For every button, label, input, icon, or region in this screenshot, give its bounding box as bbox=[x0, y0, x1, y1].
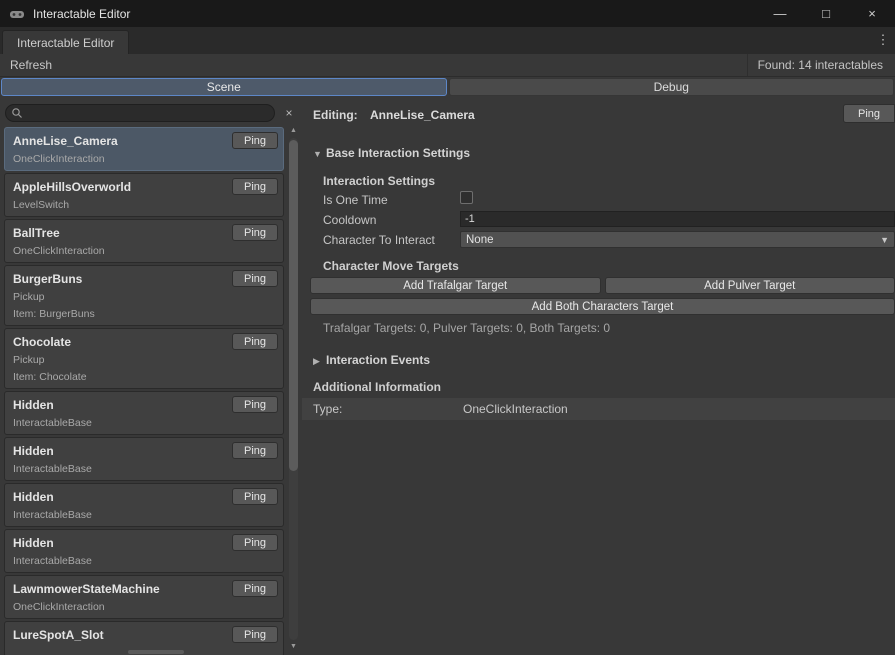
ping-button[interactable]: Ping bbox=[232, 270, 278, 287]
interaction-settings-header: Interaction Settings bbox=[323, 174, 435, 188]
editor-panel: Editing: AnneLise_Camera Ping ▼Base Inte… bbox=[302, 97, 895, 655]
ping-button[interactable]: Ping bbox=[232, 488, 278, 505]
is-one-time-checkbox[interactable] bbox=[460, 191, 473, 204]
foldout-closed-icon: ▶ bbox=[313, 356, 326, 367]
item-subtitle: InteractableBase bbox=[13, 463, 275, 476]
item-subtitle: OneClickInteraction bbox=[13, 153, 275, 166]
list-item[interactable]: AppleHillsOverworld LevelSwitch Ping bbox=[4, 173, 284, 217]
interactable-editor-window: Interactable Editor — □ × Interactable E… bbox=[0, 0, 895, 655]
list-item[interactable]: LawnmowerStateMachine OneClickInteractio… bbox=[4, 575, 284, 619]
ping-button[interactable]: Ping bbox=[843, 104, 895, 123]
scroll-down-icon[interactable]: ▼ bbox=[287, 641, 300, 653]
list-item[interactable]: BurgerBuns Pickup Item: BurgerBuns Ping bbox=[4, 265, 284, 326]
item-subtitle: OneClickInteraction bbox=[13, 601, 275, 614]
ping-button[interactable]: Ping bbox=[232, 396, 278, 413]
ping-button[interactable]: Ping bbox=[232, 333, 278, 350]
ping-button[interactable]: Ping bbox=[232, 626, 278, 643]
interactable-list: AnneLise_Camera OneClickInteraction Ping… bbox=[4, 127, 284, 655]
move-targets-header: Character Move Targets bbox=[323, 259, 459, 273]
type-row: Type: OneClickInteraction bbox=[302, 398, 895, 420]
ping-button[interactable]: Ping bbox=[232, 442, 278, 459]
close-button[interactable]: × bbox=[849, 0, 895, 27]
maximize-button[interactable]: □ bbox=[803, 0, 849, 27]
base-settings-foldout[interactable]: ▼Base Interaction Settings bbox=[313, 146, 470, 160]
scrollbar-track[interactable] bbox=[289, 138, 298, 640]
item-subtitle: LevelSwitch bbox=[13, 199, 275, 212]
clear-search-button[interactable]: × bbox=[281, 104, 297, 122]
view-tabs: Scene Debug bbox=[0, 77, 895, 97]
is-one-time-label: Is One Time bbox=[323, 193, 388, 207]
tab-interactable-editor[interactable]: Interactable Editor bbox=[2, 30, 129, 54]
chevron-down-icon: ▼ bbox=[880, 235, 889, 245]
ping-button[interactable]: Ping bbox=[232, 178, 278, 195]
list-item[interactable]: Hidden InteractableBase Ping bbox=[4, 529, 284, 573]
item-subtitle: InteractableBase bbox=[13, 509, 275, 522]
scroll-up-icon[interactable]: ▲ bbox=[287, 125, 300, 137]
ping-button[interactable]: Ping bbox=[232, 224, 278, 241]
found-count-label: Found: 14 interactables bbox=[747, 54, 895, 76]
search-icon bbox=[11, 107, 23, 119]
item-subtitle: Item: Chocolate bbox=[13, 371, 275, 384]
item-subtitle: InteractableBase bbox=[13, 417, 275, 430]
scene-list-panel: × AnneLise_Camera OneClickInteraction Pi… bbox=[0, 97, 302, 655]
window-title: Interactable Editor bbox=[33, 7, 130, 21]
ping-button[interactable]: Ping bbox=[232, 580, 278, 597]
search-input[interactable] bbox=[5, 104, 275, 122]
list-item[interactable]: Hidden InteractableBase Ping bbox=[4, 437, 284, 481]
item-subtitle: Item: BurgerBuns bbox=[13, 308, 275, 321]
tab-scene[interactable]: Scene bbox=[1, 78, 447, 96]
list-item[interactable]: BallTree OneClickInteraction Ping bbox=[4, 219, 284, 263]
interaction-events-foldout[interactable]: ▶Interaction Events bbox=[313, 353, 430, 367]
item-subtitle: Pickup bbox=[13, 291, 275, 304]
minimize-button[interactable]: — bbox=[757, 0, 803, 27]
title-bar: Interactable Editor — □ × bbox=[0, 0, 895, 27]
tab-debug[interactable]: Debug bbox=[449, 78, 895, 96]
horizontal-scrollbar[interactable] bbox=[128, 650, 184, 654]
cooldown-field[interactable] bbox=[460, 211, 895, 227]
foldout-label: Interaction Events bbox=[326, 353, 430, 367]
ping-button[interactable]: Ping bbox=[232, 132, 278, 149]
foldout-open-icon: ▼ bbox=[313, 149, 326, 159]
targets-summary: Trafalgar Targets: 0, Pulver Targets: 0,… bbox=[323, 321, 610, 335]
add-both-characters-target-button[interactable]: Add Both Characters Target bbox=[310, 298, 895, 315]
additional-information-header: Additional Information bbox=[313, 380, 441, 394]
character-to-interact-label: Character To Interact bbox=[323, 233, 435, 247]
toolbar: Refresh Found: 14 interactables bbox=[0, 54, 895, 77]
cooldown-label: Cooldown bbox=[323, 213, 376, 227]
tab-menu-icon[interactable]: ⋮ bbox=[875, 32, 891, 48]
ping-button[interactable]: Ping bbox=[232, 534, 278, 551]
scrollbar-thumb[interactable] bbox=[289, 140, 298, 471]
item-subtitle: OneClickInteraction bbox=[13, 245, 275, 258]
character-to-interact-dropdown[interactable]: None ▼ bbox=[460, 231, 895, 248]
add-pulver-target-button[interactable]: Add Pulver Target bbox=[605, 277, 895, 294]
dropdown-value: None bbox=[466, 234, 494, 246]
list-item[interactable]: Hidden InteractableBase Ping bbox=[4, 483, 284, 527]
item-subtitle: InteractableBase bbox=[13, 555, 275, 568]
type-value: OneClickInteraction bbox=[463, 402, 568, 416]
list-item[interactable]: Chocolate Pickup Item: Chocolate Ping bbox=[4, 328, 284, 389]
add-trafalgar-target-button[interactable]: Add Trafalgar Target bbox=[310, 277, 601, 294]
tab-strip: Interactable Editor ⋮ bbox=[0, 27, 895, 54]
foldout-label: Base Interaction Settings bbox=[326, 146, 470, 160]
list-item[interactable]: AnneLise_Camera OneClickInteraction Ping bbox=[4, 127, 284, 171]
editing-label: Editing: bbox=[313, 108, 358, 122]
app-icon bbox=[9, 6, 25, 22]
type-label: Type: bbox=[313, 402, 342, 416]
editing-value: AnneLise_Camera bbox=[370, 108, 475, 122]
main-area: × AnneLise_Camera OneClickInteraction Pi… bbox=[0, 97, 895, 655]
item-subtitle: Pickup bbox=[13, 354, 275, 367]
list-item[interactable]: Hidden InteractableBase Ping bbox=[4, 391, 284, 435]
refresh-button[interactable]: Refresh bbox=[0, 56, 62, 74]
vertical-scrollbar[interactable]: ▲ ▼ bbox=[287, 125, 300, 653]
